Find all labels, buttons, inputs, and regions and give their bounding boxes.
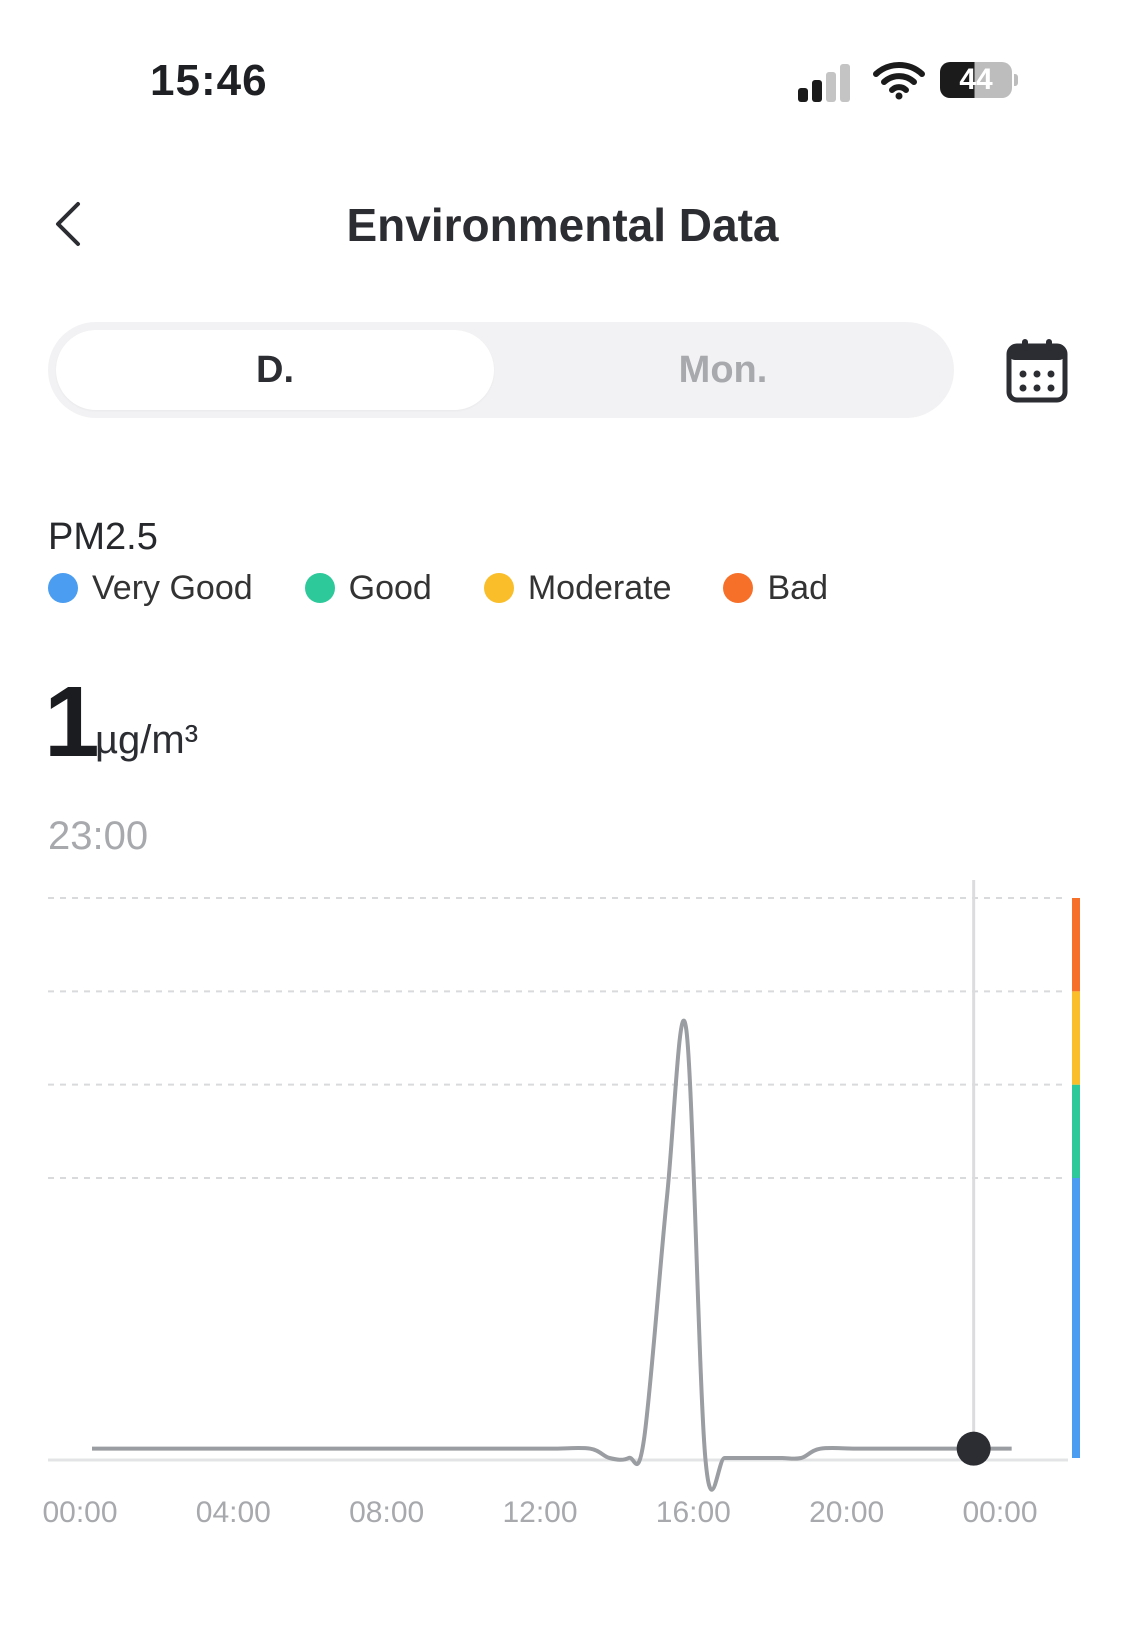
battery-icon: 44 [940,62,1012,98]
battery-level: 44 [959,63,993,96]
legend-item-very-good: Very Good [48,569,253,608]
pm25-series-line [91,1018,974,1492]
x-tick-label: 08:00 [349,1496,424,1529]
legend-label: Good [348,568,432,607]
x-tick-label: 16:00 [656,1496,731,1529]
level-band-2 [1072,991,1080,1085]
status-time: 15:46 [150,56,268,105]
wifi-icon [873,62,925,100]
value-unit: µg/m³ [95,718,199,762]
x-tick-label: 00:00 [42,1496,117,1529]
tab-day[interactable]: D. [56,330,494,410]
legend-dot-good [304,573,335,603]
pm25-line-chart[interactable]: 00:00 04:00 08:00 12:00 16:00 20:00 00:00 [0,880,1125,1648]
level-band-3 [1072,898,1080,992]
level-band-0 [1072,1178,1080,1458]
battery-nub [1014,74,1018,86]
legend-item-bad: Bad [723,569,828,608]
legend-dot-very-good [48,573,78,603]
legend-dot-bad [723,573,754,603]
x-tick-label: 00:00 [962,1496,1037,1529]
legend-item-moderate: Moderate [483,568,672,608]
signal-icon [798,62,858,102]
page-title: Environmental Data [346,199,779,251]
legend-dot-moderate [483,573,514,603]
legend-item-good: Good [304,568,432,608]
tab-month[interactable]: Mon. [500,330,946,410]
legend: Very Good Good Moderate Bad [48,566,880,610]
period-tabs: D. Mon. [48,322,954,418]
level-band-1 [1072,1084,1080,1178]
legend-label: Bad [767,568,828,607]
calendar-icon[interactable] [1006,338,1068,404]
x-tick-label: 12:00 [502,1496,577,1529]
selected-point [956,1431,991,1466]
current-value: 1 [44,666,100,778]
x-tick-label: 04:00 [196,1496,271,1529]
metric-name: PM2.5 [48,516,158,558]
legend-label: Very Good [92,568,253,607]
x-tick-label: 20:00 [809,1496,884,1529]
value-time: 23:00 [48,814,149,858]
legend-label: Moderate [527,568,672,607]
